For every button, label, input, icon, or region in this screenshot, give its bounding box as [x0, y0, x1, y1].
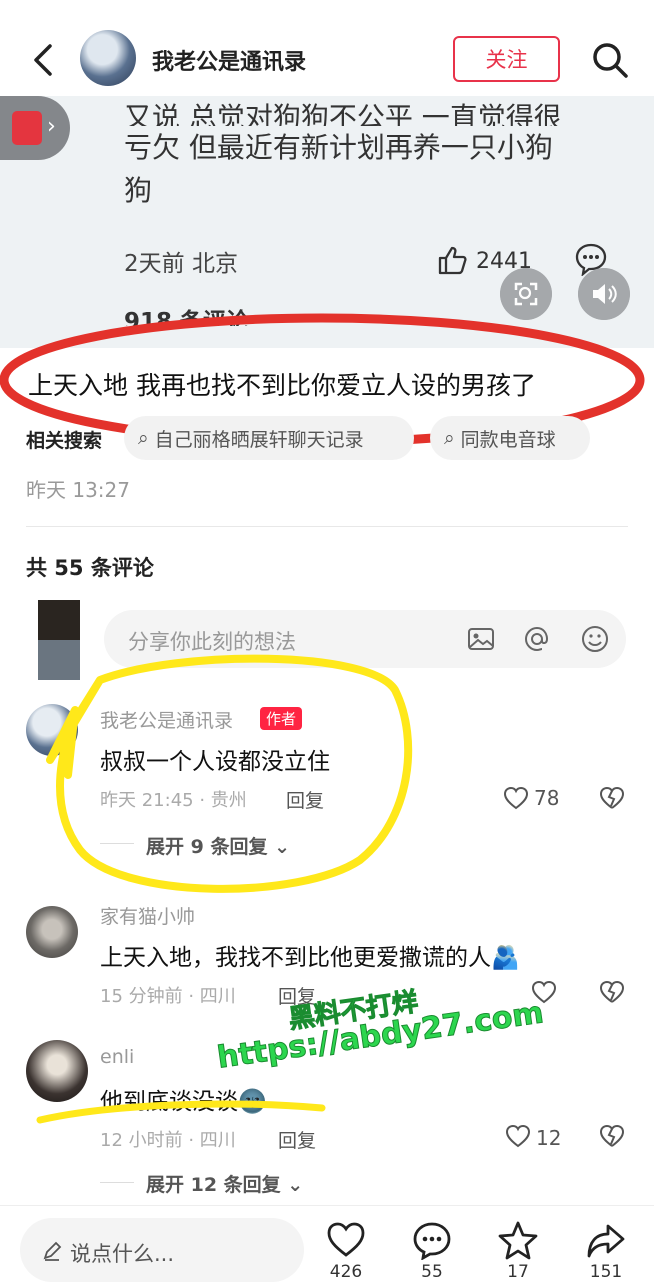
red-envelope-icon[interactable] [12, 111, 42, 145]
broken-heart-icon[interactable] [598, 1122, 626, 1150]
heart-icon[interactable] [326, 1220, 366, 1260]
comment-like-count: 78 [534, 786, 560, 810]
back-arrow-icon[interactable] [26, 40, 62, 80]
divider [26, 526, 628, 527]
post-body-text: 又说 总觉对狗狗不公平 一直觉得很 亏欠 但最近有新计划再养一只小狗 狗 [124, 96, 624, 212]
comment-count: 55 [421, 1262, 443, 1282]
like-count: 426 [329, 1262, 363, 1282]
broken-heart-icon[interactable] [598, 784, 626, 812]
chip-label: 自己丽格晒展轩聊天记录 [154, 428, 364, 451]
share-count: 151 [589, 1262, 623, 1282]
star-count: 17 [507, 1262, 529, 1282]
comment-avatar[interactable] [26, 906, 78, 958]
yellow-annotation-underline [36, 1100, 326, 1124]
post-text-line-1: 又说 总觉对狗狗不公平 一直觉得很 [124, 101, 562, 126]
say-something-placeholder[interactable]: 说点什么... [70, 1238, 174, 1268]
emoji-icon[interactable] [580, 624, 610, 654]
post-text-line-2: 亏欠 但最近有新计划再养一只小狗 [124, 131, 553, 164]
broken-heart-icon[interactable] [598, 978, 626, 1006]
comment-author[interactable]: enli [100, 1046, 134, 1068]
post-text-line-3: 狗 [124, 174, 153, 207]
chevron-right-icon[interactable]: › [47, 114, 56, 139]
image-icon[interactable] [466, 624, 496, 654]
author-avatar[interactable] [80, 30, 136, 86]
comment-avatar[interactable] [26, 1040, 88, 1102]
mention-icon[interactable] [522, 624, 552, 654]
comment-icon[interactable] [412, 1220, 452, 1260]
related-search-chip[interactable]: ⌕ 自己丽格晒展轩聊天记录 [124, 416, 414, 460]
pencil-icon [43, 1241, 62, 1261]
thumbs-up-icon[interactable] [436, 243, 470, 277]
comment-meta: 15 分钟前 · 四川 [100, 986, 236, 1007]
expand-replies-button[interactable]: 展开 12 条回复 ⌄ [146, 1170, 303, 1197]
star-icon[interactable] [498, 1220, 538, 1260]
chip-label: 同款电音球 [460, 428, 556, 451]
chevron-down-icon: ⌄ [287, 1174, 304, 1196]
follow-button[interactable]: 关注 [453, 36, 560, 82]
search-icon: ⌕ [138, 427, 149, 449]
comment-author[interactable]: 家有猫小帅 [100, 902, 195, 929]
heart-icon[interactable] [502, 784, 530, 812]
related-search-chip[interactable]: ⌕ 同款电音球 [430, 416, 590, 460]
search-icon: ⌕ [444, 427, 455, 449]
comments-total: 共 55 条评论 [26, 556, 154, 580]
expand-label: 展开 12 条回复 [146, 1174, 281, 1196]
post-time-location: 2天前 北京 [124, 251, 238, 277]
author-name[interactable]: 我老公是通讯录 [152, 44, 306, 76]
yellow-annotation-loop [46, 654, 413, 893]
heart-icon[interactable] [504, 1122, 532, 1150]
search-icon[interactable] [590, 40, 630, 80]
comment-like-count: 12 [536, 1126, 562, 1150]
expand-divider [100, 1182, 134, 1183]
comment-text: 上天入地，我找不到比他更爱撒谎的人🫂 [100, 945, 520, 971]
share-icon[interactable] [586, 1220, 626, 1260]
post-date: 昨天 13:27 [26, 478, 130, 502]
related-search-label: 相关搜索 [26, 430, 103, 452]
